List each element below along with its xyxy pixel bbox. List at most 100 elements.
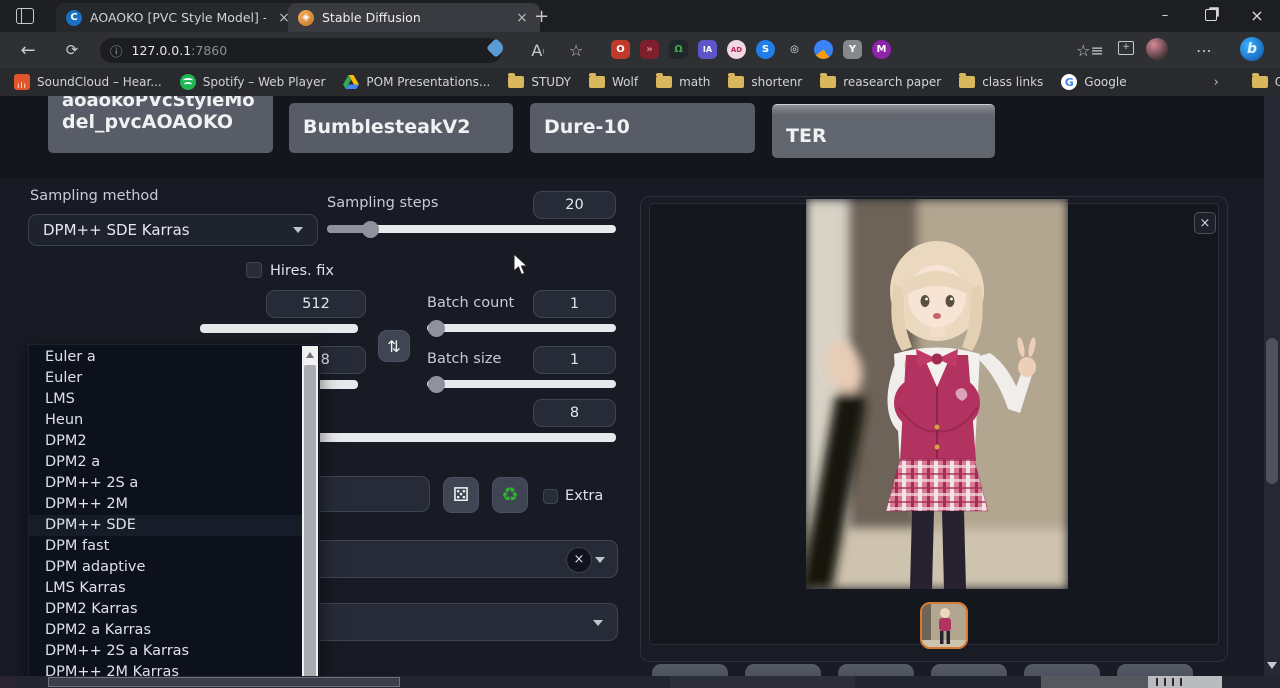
random-seed-dice-button[interactable]: ⚄ — [443, 477, 479, 513]
extension-m-icon[interactable]: M — [872, 40, 891, 59]
model-cards-strip: aoaokoPVcStyleMo del_pvcAOAOKO Bumbleste… — [0, 96, 1264, 178]
window-restore-button[interactable] — [1188, 0, 1234, 30]
window-minimize-button[interactable]: – — [1142, 0, 1188, 30]
batch-count-slider-handle[interactable] — [428, 320, 445, 337]
stable-diffusion-page: aoaokoPVcStyleMo del_pvcAOAOKO Bumbleste… — [0, 96, 1264, 688]
clear-styles-icon[interactable]: × — [566, 547, 592, 573]
page-scroll-down-icon[interactable] — [1267, 662, 1277, 669]
bookmarks-overflow-chevron[interactable]: › — [1214, 75, 1219, 90]
folder-icon — [959, 76, 975, 88]
extension-o-icon[interactable]: O — [611, 40, 630, 59]
page-scrollbar[interactable] — [1264, 96, 1280, 688]
collections-icon[interactable]: + — [1118, 41, 1134, 55]
width-slider[interactable] — [200, 324, 358, 333]
window-close-button[interactable]: × — [1234, 0, 1280, 30]
sampler-option[interactable]: DPM2 a Karras — [29, 620, 317, 641]
back-icon[interactable]: ← — [14, 40, 42, 61]
sampler-option[interactable]: Euler — [29, 368, 317, 389]
screen: C AOAOKO [PVC Style Model] - PV × ◈ Stab… — [0, 0, 1280, 688]
model-card-selected[interactable]: TER — [772, 104, 995, 158]
chevron-down-icon[interactable] — [593, 620, 603, 626]
batch-count-slider[interactable] — [427, 324, 616, 332]
sampling-method-select[interactable]: DPM++ SDE Karras — [28, 214, 318, 246]
tab-stable-diffusion[interactable]: ◈ Stable Diffusion × — [288, 3, 540, 32]
width-input[interactable]: 512 — [266, 290, 366, 318]
sampler-option[interactable]: Euler a — [29, 347, 317, 368]
close-preview-button[interactable]: × — [1194, 212, 1216, 234]
hires-fix-checkbox[interactable] — [246, 262, 262, 278]
model-card[interactable]: BumblesteakV2 — [289, 103, 513, 153]
hires-fix-label: Hires. fix — [270, 263, 334, 279]
generated-image[interactable] — [806, 199, 1068, 589]
bookmark-study-folder[interactable]: STUDY — [508, 75, 571, 89]
address-bar[interactable]: ⓘ 127.0.0.1 :7860 — [100, 38, 502, 63]
sampler-option[interactable]: LMS — [29, 389, 317, 410]
extension-globe-icon[interactable] — [814, 40, 833, 59]
other-favorites[interactable]: Other favorites — [1252, 75, 1280, 89]
tab-close-icon[interactable]: × — [514, 10, 530, 26]
bookmark-spotify[interactable]: Spotify – Web Player — [180, 74, 326, 90]
extension-pin-icon[interactable]: ◎ — [785, 40, 804, 59]
sampler-option[interactable]: DPM2 a — [29, 452, 317, 473]
sampler-option-hovered[interactable]: DPM++ SDE — [29, 515, 317, 536]
sampler-dropdown-list: Euler a Euler LMS Heun DPM2 DPM2 a DPM++… — [28, 344, 320, 688]
sampler-option[interactable]: LMS Karras — [29, 578, 317, 599]
dropdown-scrollbar-thumb[interactable] — [304, 365, 316, 688]
refresh-icon[interactable]: ⟳ — [58, 41, 86, 59]
model-card[interactable]: aoaokoPVcStyleMo del_pvcAOAOKO — [48, 96, 273, 153]
settings-dots-icon[interactable]: ⋯ — [1190, 41, 1218, 60]
page-scrollbar-thumb[interactable] — [1266, 338, 1278, 484]
workspaces-icon[interactable] — [16, 8, 34, 24]
bookmark-math-folder[interactable]: math — [656, 75, 710, 89]
sampler-option[interactable]: DPM adaptive — [29, 557, 317, 578]
dropdown-scrollbar[interactable] — [302, 346, 318, 688]
extension-fastforward-icon[interactable]: » — [640, 40, 659, 59]
new-tab-button[interactable]: + — [534, 6, 549, 27]
sampler-option[interactable]: DPM2 — [29, 431, 317, 452]
bookmark-soundcloud[interactable]: ılıSoundCloud – Hear... — [14, 74, 162, 90]
tab-civitai[interactable]: C AOAOKO [PVC Style Model] - PV × — [56, 3, 302, 32]
sampler-option[interactable]: DPM++ 2S a — [29, 473, 317, 494]
sampler-option[interactable]: Heun — [29, 410, 317, 431]
extension-alien-icon[interactable]: Ω — [669, 40, 688, 59]
read-aloud-icon[interactable]: A⁾ — [524, 41, 552, 60]
extension-y-icon[interactable]: Y — [843, 40, 862, 59]
sampler-option[interactable]: DPM++ 2M — [29, 494, 317, 515]
horizontal-scrollbar-thumb[interactable] — [48, 677, 400, 687]
civitai-favicon: C — [66, 10, 82, 26]
sampler-option[interactable]: DPM fast — [29, 536, 317, 557]
thumbnail-image — [922, 604, 966, 647]
batch-size-input[interactable]: 1 — [533, 346, 616, 374]
extension-ia-icon[interactable]: IA — [698, 40, 717, 59]
profile-avatar[interactable] — [1146, 38, 1168, 60]
sampler-option[interactable]: DPM++ 2S a Karras — [29, 641, 317, 662]
batch-size-slider-handle[interactable] — [428, 376, 445, 393]
sampler-option[interactable]: DPM2 Karras — [29, 599, 317, 620]
extra-seed-checkbox[interactable] — [543, 489, 558, 504]
scroll-up-icon[interactable] — [306, 352, 314, 358]
batch-count-input[interactable]: 1 — [533, 290, 616, 318]
strip-segment — [670, 676, 855, 688]
gallery-thumbnail-selected[interactable] — [920, 602, 968, 649]
cfg-scale-input[interactable]: 8 — [533, 399, 616, 427]
bookmark-wolf-folder[interactable]: Wolf — [589, 75, 638, 89]
bing-chat-icon[interactable]: b — [1240, 37, 1264, 61]
batch-size-slider[interactable] — [427, 380, 616, 388]
chevron-down-icon[interactable] — [595, 557, 605, 563]
site-info-icon[interactable]: ⓘ — [110, 41, 123, 60]
model-card[interactable]: Dure-10 — [530, 103, 755, 153]
bookmark-shortenr-folder[interactable]: shortenr — [728, 75, 802, 89]
extension-ad-icon[interactable]: AD — [727, 40, 746, 59]
swap-dimensions-button[interactable]: ⇅ — [378, 330, 410, 362]
bookmark-classlinks-folder[interactable]: class links — [959, 75, 1043, 89]
bookmark-google[interactable]: GGoogle — [1061, 74, 1126, 90]
favorites-menu-icon[interactable]: ☆≡ — [1076, 41, 1104, 60]
favorite-star-icon[interactable]: ☆ — [562, 41, 590, 60]
reuse-seed-recycle-button[interactable]: ♻ — [492, 477, 528, 513]
sampling-steps-slider-handle[interactable] — [362, 221, 379, 238]
sampling-steps-input[interactable]: 20 — [533, 191, 616, 219]
extension-shazam-icon[interactable]: S — [756, 40, 775, 59]
extra-label: Extra — [565, 488, 603, 504]
bookmark-pom[interactable]: POM Presentations... — [343, 75, 490, 89]
bookmark-research-folder[interactable]: reasearch paper — [820, 75, 941, 89]
